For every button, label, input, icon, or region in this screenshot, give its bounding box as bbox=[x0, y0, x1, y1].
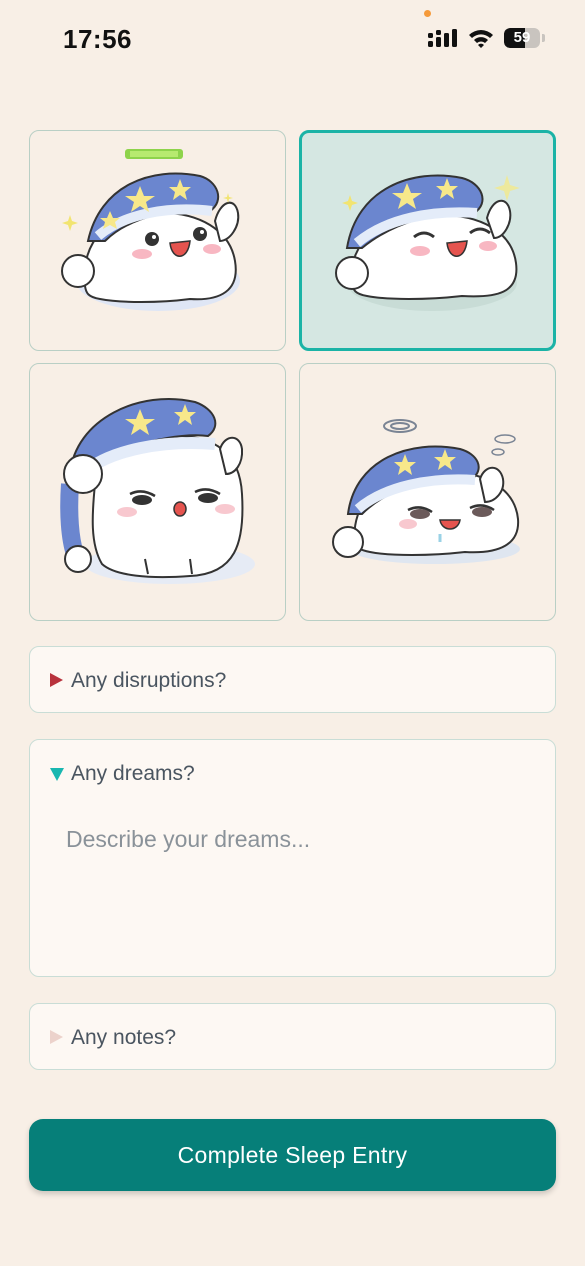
cellular-signal-icon bbox=[428, 29, 457, 47]
battery-level: 59 bbox=[513, 29, 531, 46]
disruptions-toggle[interactable]: Any disruptions? bbox=[30, 647, 555, 713]
mood-option-blissful[interactable] bbox=[299, 130, 556, 351]
dreams-input[interactable] bbox=[50, 818, 530, 958]
happy-sleepy-cat-icon bbox=[61, 149, 240, 311]
dreams-label: Any dreams? bbox=[71, 762, 195, 785]
mood-option-tired[interactable] bbox=[29, 363, 286, 621]
notes-label: Any notes? bbox=[71, 1026, 177, 1049]
disruptions-label: Any disruptions? bbox=[71, 669, 227, 692]
status-bar: 17:56 59 bbox=[0, 0, 585, 80]
expanded-arrow-icon bbox=[50, 768, 64, 781]
collapsed-arrow-icon bbox=[50, 1030, 63, 1044]
wifi-icon bbox=[469, 30, 493, 48]
dreams-toggle[interactable]: Any dreams? bbox=[30, 740, 555, 806]
blissful-sleepy-cat-icon bbox=[335, 174, 520, 311]
dreams-section: Any dreams? bbox=[29, 739, 556, 977]
status-time: 17:56 bbox=[63, 24, 132, 54]
tired-sleepy-cat-icon bbox=[60, 398, 255, 584]
mood-option-exhausted[interactable] bbox=[299, 363, 556, 621]
battery-icon: 59 bbox=[504, 28, 546, 48]
privacy-indicator-dot bbox=[424, 10, 431, 17]
exhausted-sleepy-cat-icon bbox=[332, 419, 520, 564]
notes-section: Any notes? bbox=[29, 1003, 556, 1070]
collapsed-arrow-icon bbox=[50, 673, 63, 687]
complete-sleep-entry-button[interactable]: Complete Sleep Entry bbox=[29, 1119, 556, 1191]
notes-toggle[interactable]: Any notes? bbox=[30, 1004, 555, 1070]
mood-option-happy[interactable] bbox=[29, 130, 286, 351]
disruptions-section: Any disruptions? bbox=[29, 646, 556, 713]
